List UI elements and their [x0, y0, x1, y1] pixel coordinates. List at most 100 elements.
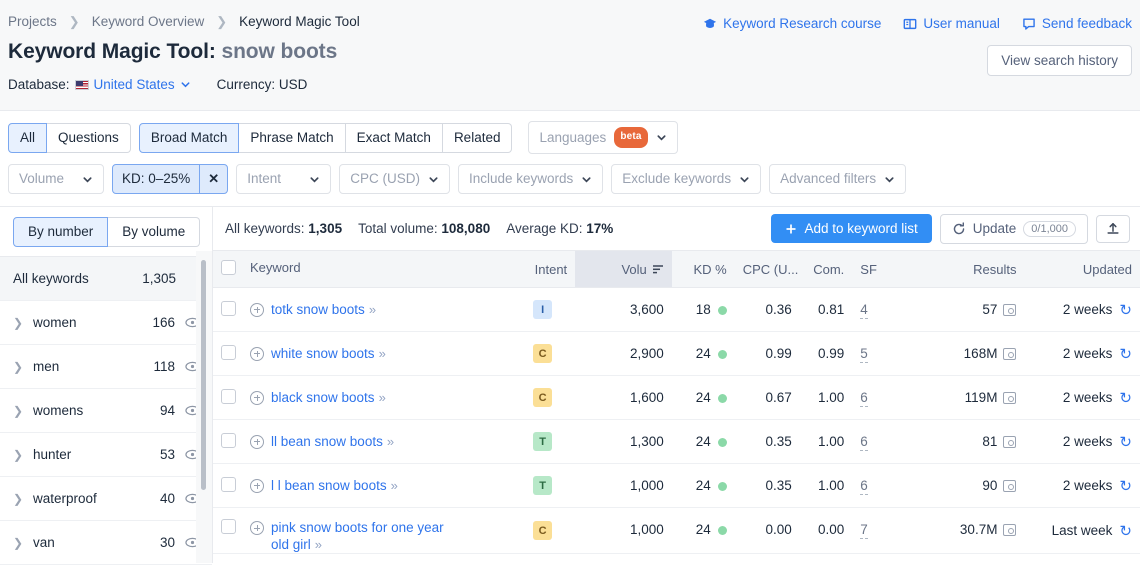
row-refresh-icon[interactable]: ↻	[1119, 478, 1132, 495]
add-to-keyword-list-button[interactable]: Add to keyword list	[771, 214, 932, 243]
row-refresh-icon[interactable]: ↻	[1119, 302, 1132, 319]
column-header-keyword[interactable]: Keyword	[213, 250, 511, 288]
languages-dropdown[interactable]: Languages beta	[528, 121, 678, 154]
cpc-filter-dropdown[interactable]: CPC (USD)	[339, 164, 450, 194]
add-keyword-icon[interactable]	[250, 434, 264, 449]
tab-questions[interactable]: Questions	[47, 122, 131, 153]
sf-value[interactable]: 6	[860, 434, 868, 451]
chevron-right-icon[interactable]: ❯	[13, 316, 27, 330]
column-header-kd[interactable]: KD %	[671, 250, 735, 288]
keyword-link[interactable]: ll bean snow boots	[271, 434, 383, 449]
row-refresh-icon[interactable]: ↻	[1119, 390, 1132, 407]
serp-preview-icon[interactable]	[1003, 392, 1017, 404]
expand-keyword-icon[interactable]: »	[379, 346, 386, 361]
select-all-checkbox[interactable]	[221, 260, 236, 275]
serp-preview-icon[interactable]	[1003, 480, 1017, 492]
intent-badge[interactable]: C	[533, 521, 553, 540]
tab-all[interactable]: All	[8, 122, 48, 153]
sidebar-item-van[interactable]: ❯ van 30	[0, 521, 212, 565]
column-header-cpc[interactable]: CPC (U...	[734, 250, 800, 288]
table-row[interactable]: ll bean snow boots » T 1,300 24 0.35 1.00…	[213, 419, 1140, 464]
row-checkbox[interactable]	[221, 519, 236, 534]
exclude-keywords-dropdown[interactable]: Exclude keywords	[611, 164, 762, 194]
advanced-filters-dropdown[interactable]: Advanced filters	[769, 164, 907, 194]
chevron-right-icon[interactable]: ❯	[13, 536, 27, 550]
export-button[interactable]	[1096, 214, 1130, 243]
sf-value[interactable]: 6	[860, 390, 868, 407]
add-keyword-icon[interactable]	[250, 478, 264, 493]
serp-preview-icon[interactable]	[1003, 348, 1017, 360]
sf-value[interactable]: 7	[860, 522, 868, 539]
sidebar-scrollbar-thumb[interactable]	[201, 260, 206, 490]
serp-preview-icon[interactable]	[1003, 436, 1017, 448]
table-row[interactable]: black snow boots » C 1,600 24 0.67 1.00 6…	[213, 375, 1140, 420]
user-manual-link[interactable]: User manual	[903, 16, 1000, 31]
table-row[interactable]: l l bean snow boots » T 1,000 24 0.35 1.0…	[213, 463, 1140, 508]
row-checkbox[interactable]	[221, 388, 236, 404]
table-row[interactable]: pink snow boots for one year old girl» C…	[213, 507, 1140, 554]
keyword-research-course-link[interactable]: Keyword Research course	[703, 16, 881, 31]
kd-filter-chip[interactable]: KD: 0–25% ✕	[112, 164, 229, 194]
sidebar-item-hunter[interactable]: ❯ hunter 53	[0, 433, 212, 477]
send-feedback-link[interactable]: Send feedback	[1022, 16, 1132, 31]
column-header-results[interactable]: Results	[904, 250, 1025, 288]
row-checkbox[interactable]	[221, 476, 236, 492]
intent-badge[interactable]: C	[533, 344, 553, 363]
table-row[interactable]: totk snow boots» I 3,600 18 0.36 0.81 4 …	[213, 287, 1140, 332]
sidebar-item-all-keywords[interactable]: All keywords 1,305	[0, 257, 212, 301]
sidebar-item-men[interactable]: ❯ men 118	[0, 345, 212, 389]
sidebar-item-women[interactable]: ❯ women 166	[0, 301, 212, 345]
toggle-by-volume[interactable]: By volume	[108, 217, 201, 247]
tab-related[interactable]: Related	[442, 122, 513, 153]
row-checkbox[interactable]	[221, 344, 236, 360]
expand-keyword-icon[interactable]: »	[379, 390, 386, 405]
chevron-right-icon[interactable]: ❯	[13, 360, 27, 374]
breadcrumb-item-projects[interactable]: Projects	[8, 14, 57, 29]
expand-keyword-icon[interactable]: »	[391, 478, 398, 493]
intent-filter-dropdown[interactable]: Intent	[236, 164, 332, 194]
keyword-link[interactable]: black snow boots	[271, 390, 375, 405]
chevron-right-icon[interactable]: ❯	[13, 448, 27, 462]
close-icon[interactable]: ✕	[199, 165, 227, 193]
intent-badge[interactable]: C	[533, 388, 553, 407]
sidebar-item-womens[interactable]: ❯ womens 94	[0, 389, 212, 433]
tab-exact-match[interactable]: Exact Match	[345, 122, 443, 153]
serp-preview-icon[interactable]	[1003, 524, 1017, 536]
column-header-updated[interactable]: Updated	[1024, 250, 1140, 288]
add-keyword-icon[interactable]	[250, 346, 264, 361]
column-header-intent[interactable]: Intent	[510, 250, 576, 288]
toggle-by-number[interactable]: By number	[13, 217, 109, 247]
intent-badge[interactable]: T	[533, 432, 553, 451]
view-search-history-button[interactable]: View search history	[987, 45, 1132, 76]
row-refresh-icon[interactable]: ↻	[1119, 523, 1132, 540]
expand-keyword-icon[interactable]: »	[315, 537, 322, 552]
add-keyword-icon[interactable]	[250, 521, 264, 535]
column-header-sf[interactable]: SF	[852, 250, 905, 288]
serp-preview-icon[interactable]	[1003, 304, 1017, 316]
update-button[interactable]: Update 0/1,000	[939, 213, 1088, 244]
row-refresh-icon[interactable]: ↻	[1119, 434, 1132, 451]
keyword-link[interactable]: totk snow boots	[271, 302, 365, 317]
keyword-link[interactable]: white snow boots	[271, 346, 375, 361]
sf-value[interactable]: 5	[860, 346, 868, 363]
row-checkbox[interactable]	[221, 300, 236, 316]
breadcrumb-item-keyword-overview[interactable]: Keyword Overview	[92, 14, 205, 29]
expand-keyword-icon[interactable]: »	[369, 302, 376, 317]
database-selector[interactable]: Database: United States	[8, 77, 191, 92]
intent-badge[interactable]: T	[533, 476, 553, 495]
expand-keyword-icon[interactable]: »	[387, 434, 394, 449]
chevron-right-icon[interactable]: ❯	[13, 492, 27, 506]
column-header-com[interactable]: Com.	[799, 250, 853, 288]
keyword-link[interactable]: pink snow boots for one year old girl	[271, 520, 444, 552]
column-header-volume[interactable]: Volu	[575, 250, 672, 288]
sf-value[interactable]: 6	[860, 478, 868, 495]
row-checkbox[interactable]	[221, 432, 236, 448]
include-keywords-dropdown[interactable]: Include keywords	[457, 164, 604, 194]
intent-badge[interactable]: I	[533, 300, 553, 319]
tab-phrase-match[interactable]: Phrase Match	[239, 122, 346, 153]
sidebar-item-waterproof[interactable]: ❯ waterproof 40	[0, 477, 212, 521]
row-refresh-icon[interactable]: ↻	[1119, 346, 1132, 363]
add-keyword-icon[interactable]	[250, 302, 264, 317]
sf-value[interactable]: 4	[860, 302, 868, 319]
keyword-link[interactable]: l l bean snow boots	[271, 478, 387, 493]
